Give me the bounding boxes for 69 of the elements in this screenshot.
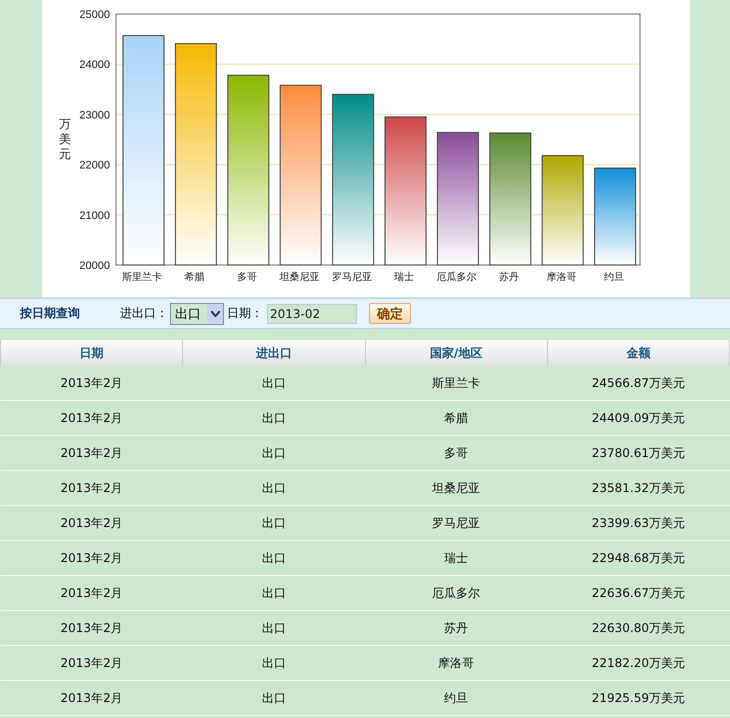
- column-header: 国家/地区: [365, 340, 548, 366]
- table-cell: 斯里兰卡: [365, 366, 548, 400]
- table-cell: 23399.63万美元: [547, 506, 730, 540]
- column-header: 进出口: [182, 340, 365, 366]
- table-cell: 厄瓜多尔: [365, 576, 548, 610]
- table-cell: 出口: [182, 366, 365, 400]
- x-tick-label: 苏丹: [499, 272, 519, 283]
- table-cell: 罗马尼亚: [365, 506, 548, 540]
- table-cell: 2013年2月: [0, 366, 183, 400]
- table-cell: 出口: [182, 436, 365, 470]
- y-tick-label: 24000: [79, 59, 110, 72]
- x-tick-label: 约旦: [604, 272, 624, 283]
- table-cell: 2013年2月: [0, 540, 183, 576]
- dropdown-icon[interactable]: [207, 304, 223, 322]
- table-cell: 出口: [182, 576, 365, 610]
- table-cell: 2013年2月: [0, 646, 183, 680]
- table-cell: 希腊: [365, 400, 548, 436]
- table-cell: 24566.87万美元: [547, 366, 730, 400]
- x-tick-label: 希腊: [184, 272, 205, 283]
- table-cell: 23780.61万美元: [547, 436, 730, 470]
- y-tick-label: 25000: [79, 9, 110, 21]
- direction-select[interactable]: 出口: [170, 302, 224, 324]
- table-cell: 2013年2月: [0, 436, 183, 470]
- table-cell: 2013年2月: [0, 506, 183, 540]
- y-axis-label: 万: [59, 117, 71, 131]
- table-cell: 22182.20万美元: [547, 646, 730, 680]
- x-tick-label: 罗马尼亚: [332, 272, 372, 283]
- x-tick-label: 斯里兰卡: [122, 272, 162, 283]
- table-cell: 约旦: [365, 680, 548, 716]
- table-cell: 22630.80万美元: [547, 610, 730, 646]
- y-tick-label: 20000: [79, 260, 110, 272]
- table-cell: 出口: [182, 610, 365, 646]
- table-cell: 多哥: [365, 436, 548, 470]
- filter-title: 按日期查询: [20, 305, 80, 322]
- table-cell: 24409.09万美元: [547, 400, 730, 436]
- table-cell: 苏丹: [365, 610, 548, 646]
- table-cell: 出口: [182, 540, 365, 576]
- direction-label: 进出口：: [120, 305, 168, 322]
- table-cell: 出口: [182, 506, 365, 540]
- table-cell: 2013年2月: [0, 680, 183, 716]
- text: 美元: [59, 132, 71, 161]
- table-cell: 摩洛哥: [365, 646, 548, 680]
- confirm-button[interactable]: 确定: [369, 303, 411, 324]
- table-cell: 22636.67万美元: [547, 576, 730, 610]
- table-cell: 出口: [182, 470, 365, 506]
- table-cell: 出口: [182, 646, 365, 680]
- y-tick-label: 23000: [79, 109, 110, 122]
- table-cell: 瑞士: [365, 540, 548, 576]
- date-label: 日期：: [227, 305, 263, 322]
- table-cell: 2013年2月: [0, 576, 183, 610]
- table-cell: 21925.59万美元: [547, 680, 730, 716]
- table-cell: 23581.32万美元: [547, 470, 730, 506]
- y-tick-label: 21000: [79, 210, 110, 222]
- y-tick-label: 22000: [79, 160, 110, 172]
- x-tick-label: 坦桑尼亚: [279, 272, 320, 283]
- date-field[interactable]: 2013-02: [267, 304, 357, 324]
- table-cell: 2013年2月: [0, 470, 183, 506]
- x-tick-label: 多哥: [237, 272, 257, 283]
- table-cell: 2013年2月: [0, 610, 183, 646]
- column-header: 日期: [0, 340, 183, 366]
- x-tick-label: 摩洛哥: [546, 272, 576, 283]
- table-cell: 出口: [182, 400, 365, 436]
- column-header: 金额: [547, 340, 730, 366]
- table-cell: 2013年2月: [0, 400, 183, 436]
- x-tick-label: 瑞士: [394, 272, 414, 283]
- x-tick-label: 厄瓜多尔: [436, 272, 477, 283]
- table-cell: 出口: [182, 680, 365, 716]
- table-cell: 22948.68万美元: [547, 540, 730, 576]
- table-cell: 坦桑尼亚: [365, 470, 548, 506]
